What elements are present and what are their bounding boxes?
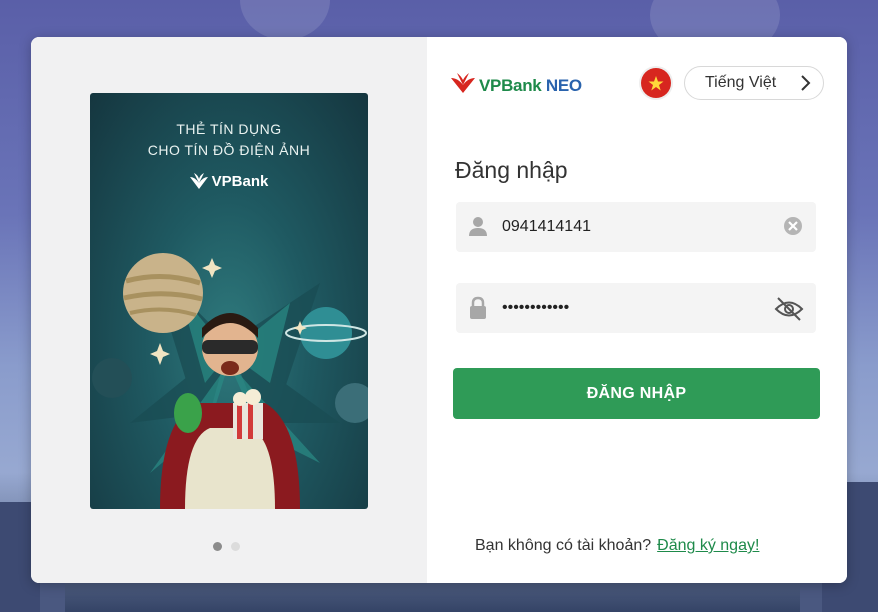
- promo-bank-logo: VPBank: [90, 173, 368, 193]
- carousel-dots: [213, 542, 240, 551]
- vpbank-leaf-icon: [189, 173, 208, 193]
- chevron-right-icon: [799, 74, 811, 97]
- promo-headline-line-1: THẺ TÍN DỤNG: [176, 121, 282, 137]
- carousel-dot-2[interactable]: [231, 542, 240, 551]
- vietnam-flag-icon[interactable]: [641, 68, 671, 98]
- eye-hidden-icon[interactable]: [774, 296, 804, 327]
- brand-name: VPBank NEO: [479, 75, 582, 95]
- vpbank-leaf-icon: [451, 73, 475, 98]
- signup-prompt: Bạn không có tài khoản? Đăng ký ngay!: [475, 537, 759, 555]
- carousel-dot-1[interactable]: [213, 542, 222, 551]
- clear-icon[interactable]: [782, 215, 804, 242]
- promo-headline-line-2: CHO TÍN ĐỒ ĐIỆN ẢNH: [147, 142, 311, 158]
- promo-banner[interactable]: THẺ TÍN DỤNG CHO TÍN ĐỒ ĐIỆN ẢNH VPBank: [90, 93, 368, 509]
- login-button[interactable]: ĐĂNG NHẬP: [453, 368, 820, 419]
- promo-panel: THẺ TÍN DỤNG CHO TÍN ĐỒ ĐIỆN ẢNH VPBank: [31, 37, 427, 583]
- promo-logo-text: VPBank: [211, 173, 269, 190]
- user-icon: [467, 215, 489, 242]
- language-label: Tiếng Việt: [705, 74, 777, 91]
- signup-link[interactable]: Đăng ký ngay!: [657, 537, 759, 554]
- background-glow: [240, 0, 330, 40]
- signup-prompt-text: Bạn không có tài khoản?: [475, 537, 652, 554]
- password-input[interactable]: [502, 295, 772, 321]
- login-panel: VPBank NEO Tiếng Việt Đăng nhập 09414141…: [427, 37, 847, 583]
- username-input[interactable]: [502, 214, 772, 240]
- lock-icon: [467, 296, 489, 325]
- language-selector[interactable]: Tiếng Việt: [684, 66, 824, 100]
- login-card: THẺ TÍN DỤNG CHO TÍN ĐỒ ĐIỆN ẢNH VPBank …: [31, 37, 847, 583]
- password-field[interactable]: [456, 283, 816, 333]
- username-field[interactable]: [456, 202, 816, 252]
- login-title: Đăng nhập: [455, 157, 568, 183]
- brand-logo: VPBank NEO: [451, 73, 582, 98]
